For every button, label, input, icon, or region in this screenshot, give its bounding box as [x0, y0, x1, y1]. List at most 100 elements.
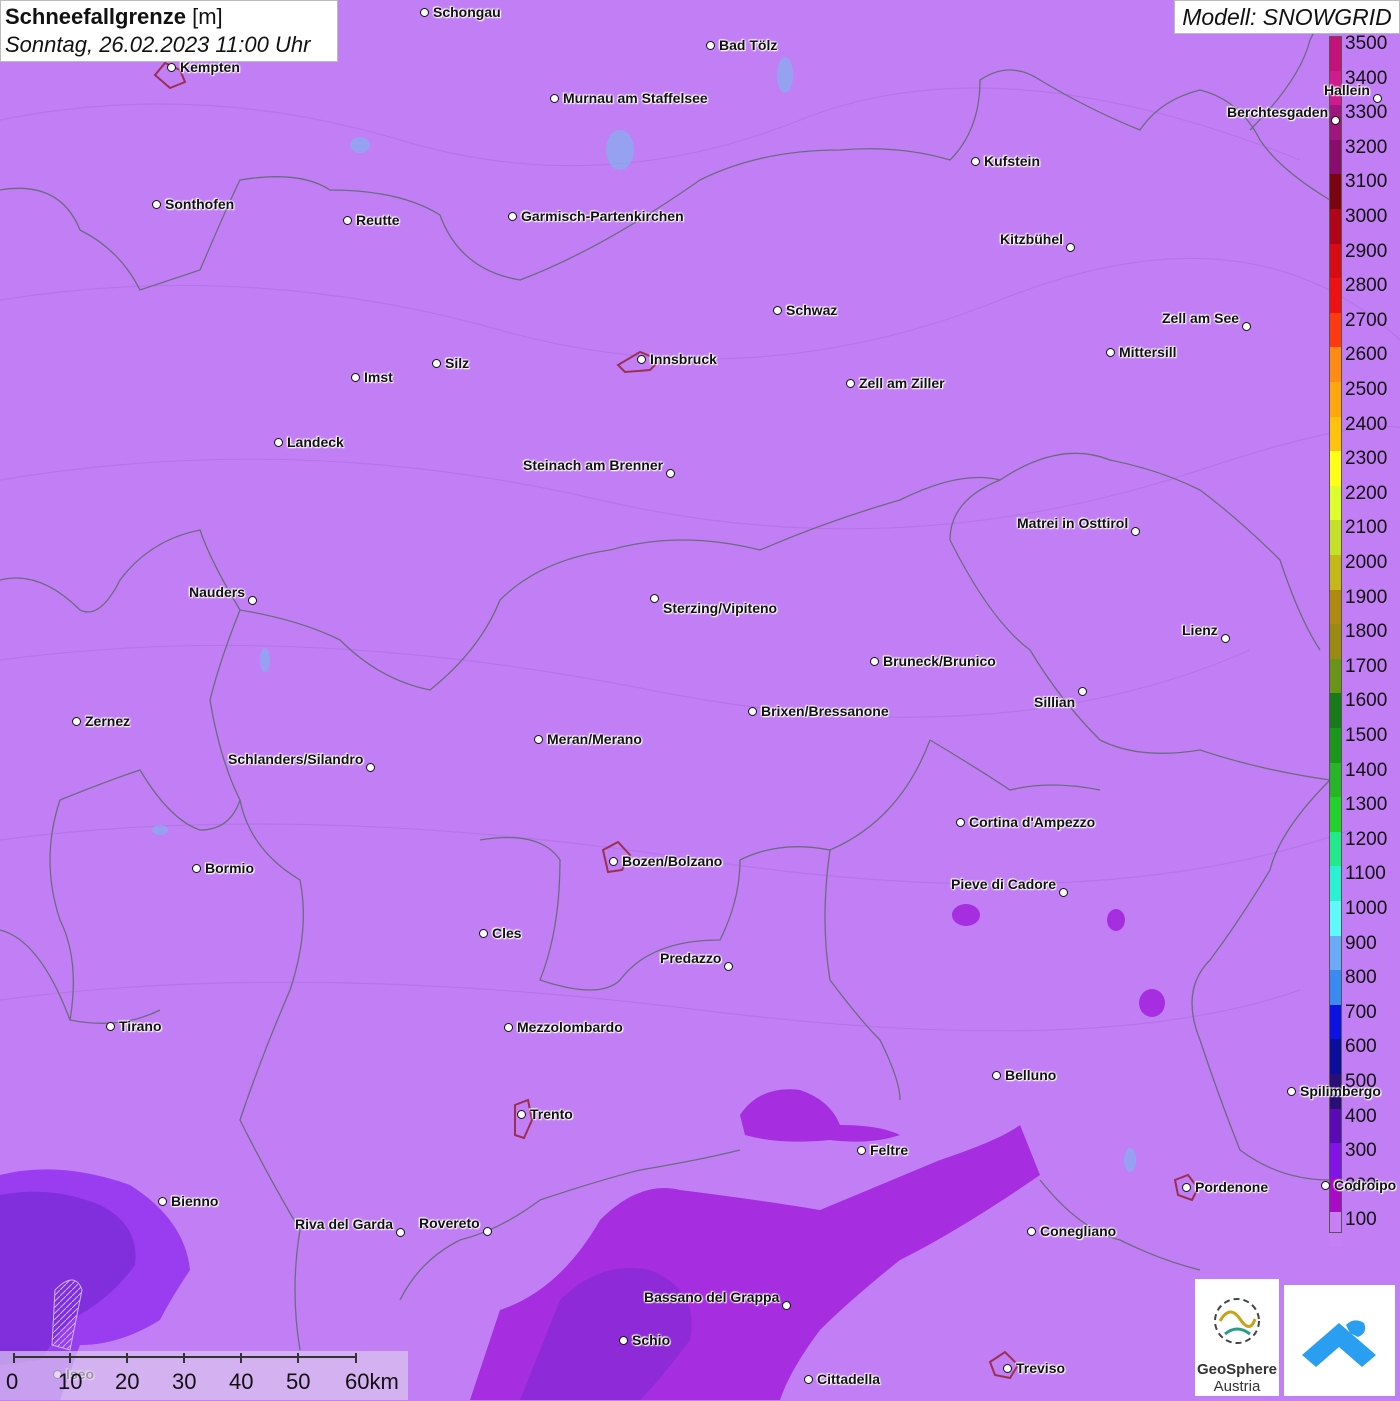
legend-tick-label: 2700	[1345, 309, 1388, 331]
city-marker	[666, 469, 675, 478]
city-label: Cles	[492, 925, 522, 941]
city-label: Zell am See	[1162, 310, 1240, 326]
city-marker	[857, 1146, 866, 1155]
city-marker	[158, 1197, 167, 1206]
city-label: Bruneck/Brunico	[883, 653, 996, 669]
city-label: Schlanders/Silandro	[228, 751, 364, 767]
city-marker	[1027, 1227, 1036, 1236]
city-marker	[504, 1023, 513, 1032]
city-marker	[1287, 1087, 1296, 1096]
city-marker	[1331, 116, 1340, 125]
city-label: Sterzing/Vipiteno	[663, 600, 778, 616]
city-marker	[724, 962, 733, 971]
city-marker	[72, 717, 81, 726]
city-label: Zell am Ziller	[859, 375, 945, 391]
city-label: Rovereto	[419, 1215, 480, 1231]
scale-bar-label: 30	[172, 1369, 197, 1394]
city-marker	[508, 212, 517, 221]
city-label: Silz	[445, 355, 470, 371]
city-label: Codroipo	[1334, 1177, 1397, 1193]
city-label: Kitzbühel	[1000, 231, 1063, 247]
legend-tick-label: 1300	[1345, 794, 1388, 816]
city-marker	[1106, 348, 1115, 357]
legend-tick-label: 2500	[1345, 379, 1388, 400]
city-marker	[992, 1071, 1001, 1080]
city-marker	[773, 306, 782, 315]
legend-tick-label: 2800	[1345, 275, 1388, 297]
legend-tick-label: 2400	[1345, 413, 1388, 435]
city-label: Kempten	[180, 59, 240, 75]
city-marker	[106, 1022, 115, 1031]
city-marker	[1059, 888, 1068, 897]
legend-tick-label: 1400	[1345, 759, 1388, 781]
map-title-box: Schneefallgrenze [m] Sonntag, 26.02.2023…	[0, 0, 338, 62]
city-label: Pordenone	[1195, 1179, 1269, 1195]
variable-unit: [m]	[192, 4, 223, 29]
city-marker	[534, 735, 543, 744]
city-marker	[152, 200, 161, 209]
scale-bar-label: 10	[58, 1369, 83, 1394]
city-marker	[192, 864, 201, 873]
city-label: Tirano	[119, 1018, 162, 1034]
legend-tick-label: 2200	[1345, 482, 1388, 504]
legend-tick-label: 2600	[1345, 344, 1388, 366]
city-label: Garmisch-Partenkirchen	[521, 208, 684, 224]
city-label: Sonthofen	[165, 196, 235, 212]
city-marker	[619, 1336, 628, 1345]
legend-tick-label: 300	[1345, 1140, 1377, 1162]
city-label: Predazzo	[660, 950, 722, 966]
city-marker	[804, 1375, 813, 1384]
city-label: Trento	[530, 1106, 573, 1122]
snow-mountain-icon	[1302, 1320, 1376, 1367]
legend-tick-label: 1000	[1345, 898, 1388, 919]
legend-tick-label: 400	[1345, 1105, 1377, 1127]
city-marker	[870, 657, 879, 666]
city-label: Meran/Merano	[547, 731, 642, 747]
logo-text-line2: Austria	[1213, 1378, 1261, 1395]
city-marker	[748, 707, 757, 716]
legend-tick-label: 1100	[1345, 863, 1386, 885]
legend-tick-label: 1900	[1345, 586, 1388, 608]
city-label: Spilimbergo	[1300, 1083, 1381, 1099]
low-snowline-spot	[1107, 909, 1125, 931]
city-label: Feltre	[870, 1142, 909, 1158]
city-marker	[1066, 243, 1075, 252]
city-label: Schio	[632, 1332, 671, 1348]
geosphere-emblem-icon	[1214, 1298, 1260, 1344]
legend-tick-label: 700	[1345, 1001, 1377, 1023]
city-marker	[609, 857, 618, 866]
city-label: Matrei in Osttirol	[1017, 515, 1129, 531]
city-marker	[1003, 1364, 1012, 1373]
legend-tick-label: 1200	[1345, 828, 1388, 850]
city-marker	[343, 216, 352, 225]
city-marker	[1321, 1181, 1330, 1190]
geosphere-logo[interactable]: GeoSphere Austria	[1195, 1279, 1279, 1396]
city-label: Riva del Garda	[295, 1216, 394, 1232]
city-label: Schwaz	[786, 302, 838, 318]
city-marker	[1182, 1183, 1191, 1192]
city-label: Bozen/Bolzano	[622, 853, 723, 869]
city-label: Cortina d'Ampezzo	[969, 814, 1096, 830]
city-label: Innsbruck	[650, 351, 717, 367]
legend-frame	[1329, 36, 1342, 1233]
city-label: Berchtesgaden	[1227, 104, 1329, 120]
city-label: Steinach am Brenner	[523, 457, 664, 473]
weather-app-logo[interactable]	[1284, 1285, 1395, 1396]
city-marker	[1131, 527, 1140, 536]
scale-bar-label: 40	[229, 1369, 254, 1394]
city-marker	[971, 157, 980, 166]
city-label: Reutte	[356, 212, 400, 228]
city-marker	[248, 596, 257, 605]
city-label: Belluno	[1005, 1067, 1057, 1083]
city-label: Sillian	[1034, 694, 1076, 710]
city-marker	[1373, 94, 1382, 103]
city-label: Cittadella	[817, 1371, 881, 1387]
legend-tick-label: 1600	[1345, 690, 1388, 712]
logo-text-line1: GeoSphere	[1196, 1361, 1278, 1378]
city-label: Bienno	[171, 1193, 219, 1209]
city-label: Murnau am Staffelsee	[563, 90, 708, 106]
scale-bar-label: 20	[115, 1369, 140, 1394]
legend-tick-label: 1700	[1345, 655, 1388, 677]
legend-tick-label: 3100	[1345, 171, 1388, 193]
city-marker	[517, 1110, 526, 1119]
